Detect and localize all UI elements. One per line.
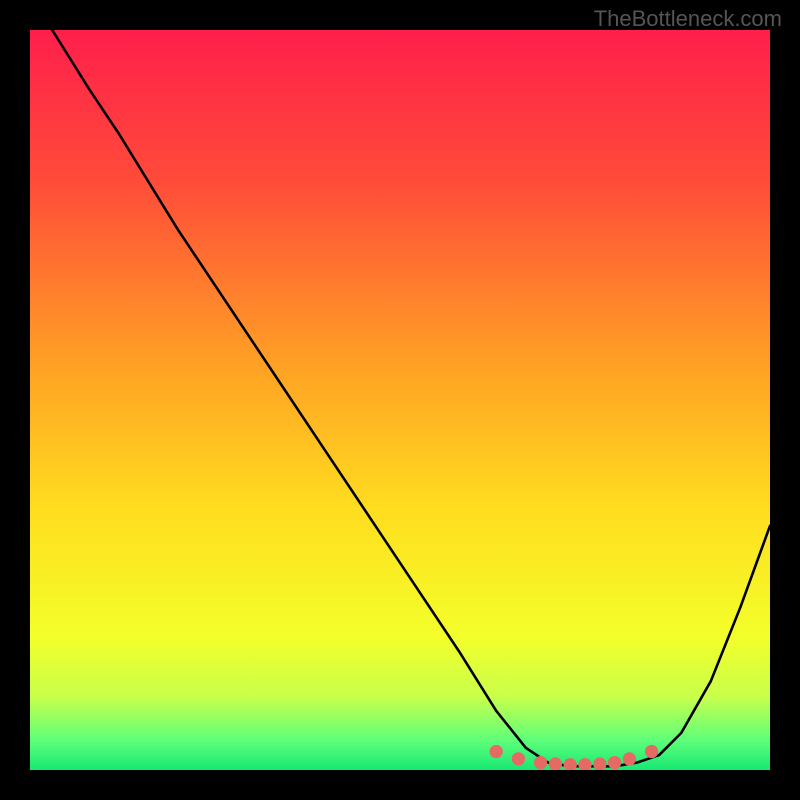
marker-dot xyxy=(549,757,562,770)
bottleneck-curve xyxy=(30,30,770,770)
marker-dot xyxy=(512,752,525,765)
curve-path xyxy=(52,30,770,766)
marker-dot xyxy=(645,745,658,758)
marker-dot xyxy=(593,757,606,770)
marker-dot xyxy=(564,758,577,770)
marker-dot xyxy=(490,745,503,758)
flat-region-markers xyxy=(490,745,659,770)
marker-dot xyxy=(534,756,547,769)
plot-area xyxy=(30,30,770,770)
marker-dot xyxy=(578,758,591,770)
marker-dot xyxy=(623,752,636,765)
watermark-text: TheBottleneck.com xyxy=(594,6,782,32)
marker-dot xyxy=(608,756,621,769)
